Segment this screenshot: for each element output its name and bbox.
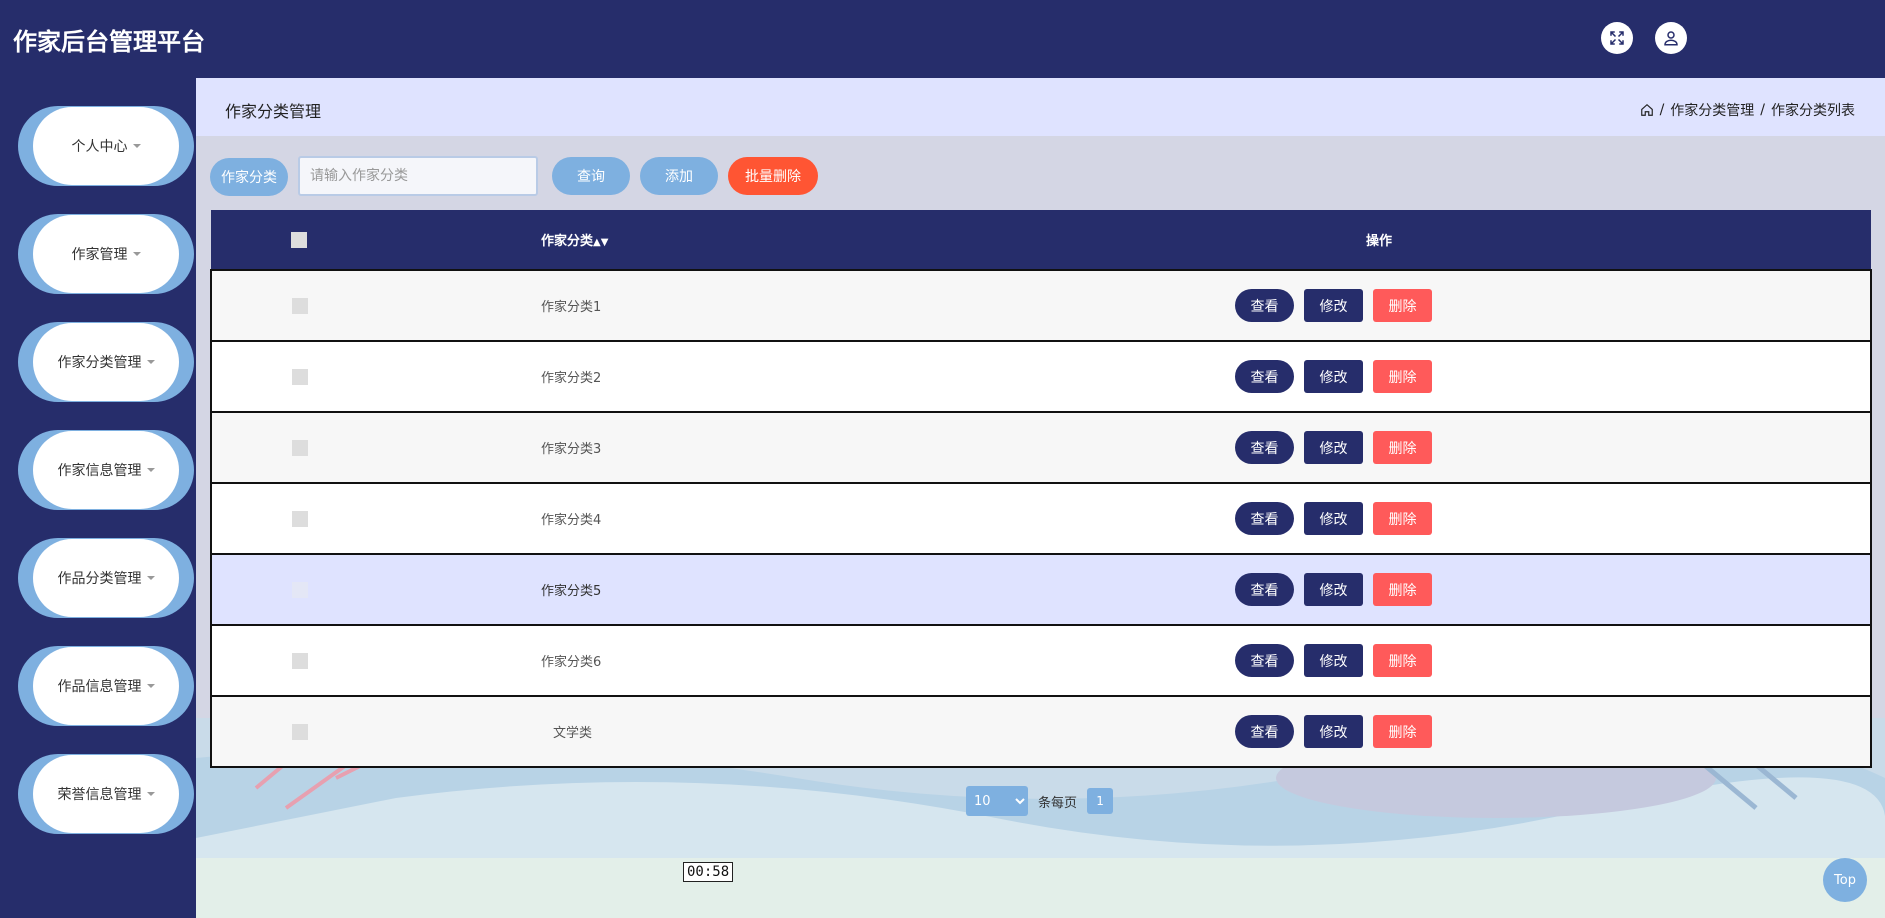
delete-button[interactable]: 删除 — [1373, 502, 1432, 535]
add-button[interactable]: 添加 — [640, 157, 718, 195]
edit-button[interactable]: 修改 — [1304, 502, 1363, 535]
main-content: 作家分类管理 / 作家分类管理 / 作家分类列表 作家分类 查询 添加 批量删除… — [196, 78, 1885, 918]
breadcrumb-level1[interactable]: 作家分类管理 — [1670, 100, 1754, 120]
sidebar-item-writer-info[interactable]: 作家信息管理 — [18, 430, 194, 510]
row-checkbox[interactable] — [292, 297, 308, 314]
back-to-top-button[interactable]: Top — [1823, 858, 1867, 902]
sidebar-item-label: 作品分类管理 — [57, 571, 142, 587]
table-row: 作家分类6 查看 修改 删除 — [211, 625, 1871, 696]
search-label: 作家分类 — [210, 158, 288, 196]
edit-button[interactable]: 修改 — [1304, 715, 1363, 748]
breadcrumb-separator: / — [1659, 102, 1665, 118]
sidebar-item-label: 个人中心 — [71, 139, 128, 155]
row-name: 作家分类1 — [541, 300, 602, 315]
page-number-current[interactable]: 1 — [1087, 788, 1114, 814]
sidebar-item-label: 作家分类管理 — [57, 355, 142, 371]
user-button[interactable] — [1655, 22, 1687, 54]
delete-button[interactable]: 删除 — [1373, 573, 1432, 606]
delete-button[interactable]: 删除 — [1373, 289, 1432, 322]
app-title: 作家后台管理平台 — [13, 28, 205, 56]
query-button[interactable]: 查询 — [552, 157, 630, 195]
select-all-checkbox[interactable] — [291, 231, 307, 248]
sidebar-item-label: 作品信息管理 — [57, 679, 142, 695]
breadcrumb-separator: / — [1760, 102, 1765, 118]
caret-down-icon — [146, 792, 155, 796]
sort-icon[interactable]: ▲▼ — [593, 237, 608, 248]
timer-tooltip: 00:58 — [683, 862, 734, 882]
row-name: 作家分类4 — [541, 513, 602, 528]
caret-down-icon — [132, 252, 141, 256]
edit-button[interactable]: 修改 — [1304, 431, 1363, 464]
header-name[interactable]: 作家分类▲▼ — [541, 210, 1141, 270]
sidebar-item-writer-management[interactable]: 作家管理 — [18, 214, 194, 294]
row-checkbox[interactable] — [292, 439, 308, 456]
edit-button[interactable]: 修改 — [1304, 573, 1363, 606]
breadcrumb: / 作家分类管理 / 作家分类列表 — [1640, 100, 1855, 120]
delete-button[interactable]: 删除 — [1373, 644, 1432, 677]
table-row: 作家分类5 查看 修改 删除 — [211, 554, 1871, 625]
caret-down-icon — [146, 576, 155, 580]
table-row: 作家分类3 查看 修改 删除 — [211, 412, 1871, 483]
delete-button[interactable]: 删除 — [1373, 431, 1432, 464]
expand-icon — [1610, 31, 1624, 45]
sidebar-item-work-info[interactable]: 作品信息管理 — [18, 646, 194, 726]
delete-button[interactable]: 删除 — [1373, 715, 1432, 748]
sidebar-item-label: 作家管理 — [71, 247, 128, 263]
sidebar-item-writer-category[interactable]: 作家分类管理 — [18, 322, 194, 402]
user-icon — [1664, 31, 1678, 46]
header-operation: 操作 — [1366, 234, 1393, 249]
fullscreen-button[interactable] — [1601, 22, 1633, 54]
view-button[interactable]: 查看 — [1235, 715, 1294, 748]
table-row: 作家分类1 查看 修改 删除 — [211, 270, 1871, 341]
page-size-select[interactable]: 10 — [966, 786, 1028, 816]
row-checkbox[interactable] — [292, 368, 308, 385]
sidebar-item-label: 荣誉信息管理 — [57, 787, 142, 803]
row-checkbox[interactable] — [292, 652, 308, 669]
row-name: 文学类 — [553, 726, 593, 741]
sidebar-item-work-category[interactable]: 作品分类管理 — [18, 538, 194, 618]
edit-button[interactable]: 修改 — [1304, 360, 1363, 393]
view-button[interactable]: 查看 — [1235, 644, 1294, 677]
delete-button[interactable]: 删除 — [1373, 360, 1432, 393]
page-header: 作家分类管理 / 作家分类管理 / 作家分类列表 — [196, 78, 1885, 136]
header-checkbox-cell — [211, 210, 541, 270]
row-name: 作家分类5 — [541, 584, 602, 599]
row-name: 作家分类6 — [541, 655, 602, 670]
per-page-label: 条每页 — [1038, 795, 1078, 811]
view-button[interactable]: 查看 — [1235, 360, 1294, 393]
caret-down-icon — [146, 684, 155, 688]
table-row: 文学类 查看 修改 删除 — [211, 696, 1871, 767]
footer — [196, 858, 1885, 918]
breadcrumb-level2: 作家分类列表 — [1771, 103, 1855, 119]
row-checkbox[interactable] — [292, 581, 308, 598]
home-icon[interactable] — [1640, 103, 1654, 117]
row-name: 作家分类2 — [541, 371, 602, 386]
table-row: 作家分类4 查看 修改 删除 — [211, 483, 1871, 554]
sidebar-item-personal-center[interactable]: 个人中心 — [18, 106, 194, 186]
table-header-row: 作家分类▲▼ 操作 — [211, 210, 1871, 270]
row-name: 作家分类3 — [541, 442, 602, 457]
page-title: 作家分类管理 — [225, 102, 322, 121]
sidebar: 个人中心 作家管理 作家分类管理 作家信息管理 作品分类管理 作品信息管理 荣誉… — [0, 78, 196, 918]
sidebar-item-label: 作家信息管理 — [57, 463, 142, 479]
batch-delete-button[interactable]: 批量删除 — [728, 157, 818, 195]
data-table: 作家分类▲▼ 操作 作家分类1 查看 修改 删除 作家分类2 查看 修改 删除 作家分类… — [210, 210, 1872, 768]
edit-button[interactable]: 修改 — [1304, 289, 1363, 322]
view-button[interactable]: 查看 — [1235, 289, 1294, 322]
sidebar-item-honor-info[interactable]: 荣誉信息管理 — [18, 754, 194, 834]
table-row: 作家分类2 查看 修改 删除 — [211, 341, 1871, 412]
caret-down-icon — [132, 144, 141, 148]
pagination: 10 条每页 1 — [966, 786, 1114, 816]
edit-button[interactable]: 修改 — [1304, 644, 1363, 677]
view-button[interactable]: 查看 — [1235, 502, 1294, 535]
row-checkbox[interactable] — [292, 723, 308, 740]
top-bar: 作家后台管理平台 — [0, 0, 1885, 78]
view-button[interactable]: 查看 — [1235, 431, 1294, 464]
row-checkbox[interactable] — [292, 510, 308, 527]
search-input[interactable] — [298, 156, 538, 196]
caret-down-icon — [146, 360, 155, 364]
view-button[interactable]: 查看 — [1235, 573, 1294, 606]
caret-down-icon — [146, 468, 155, 472]
